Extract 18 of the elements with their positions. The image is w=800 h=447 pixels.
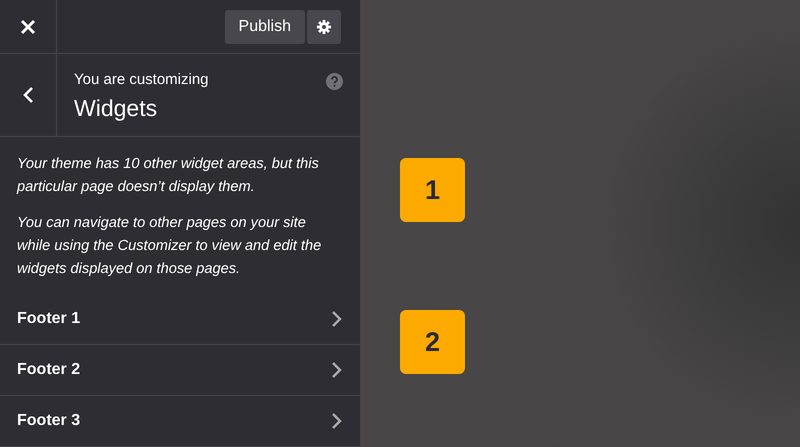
- section-title: Widgets: [74, 95, 158, 122]
- notice-text: Your theme has 10 other widget areas, but this particular page doesn’t display them.: [17, 155, 320, 197]
- widget-area-item[interactable]: Footer 2: [0, 345, 360, 396]
- settings-button[interactable]: [307, 10, 341, 44]
- widget-area-item[interactable]: Footer 3: [0, 396, 360, 447]
- settings-icon: [317, 20, 331, 34]
- notice-text: You can navigate to other pages on your site while using the Customizer to view and edit the widgets displayed on those pages.: [17, 214, 322, 279]
- number-marker: 2: [400, 310, 465, 374]
- close-icon: [20, 18, 36, 34]
- chevron-right-icon: [331, 361, 343, 379]
- publish-button[interactable]: Publish: [224, 10, 305, 44]
- widget-area-item[interactable]: Footer 1: [0, 294, 360, 345]
- customizing-label: You are customizing: [74, 71, 209, 88]
- help-icon[interactable]: [326, 73, 343, 90]
- chevron-right-icon: [331, 412, 343, 430]
- chevron-right-icon: [331, 310, 343, 328]
- number-marker: 1: [400, 158, 465, 222]
- back-icon: [22, 86, 34, 104]
